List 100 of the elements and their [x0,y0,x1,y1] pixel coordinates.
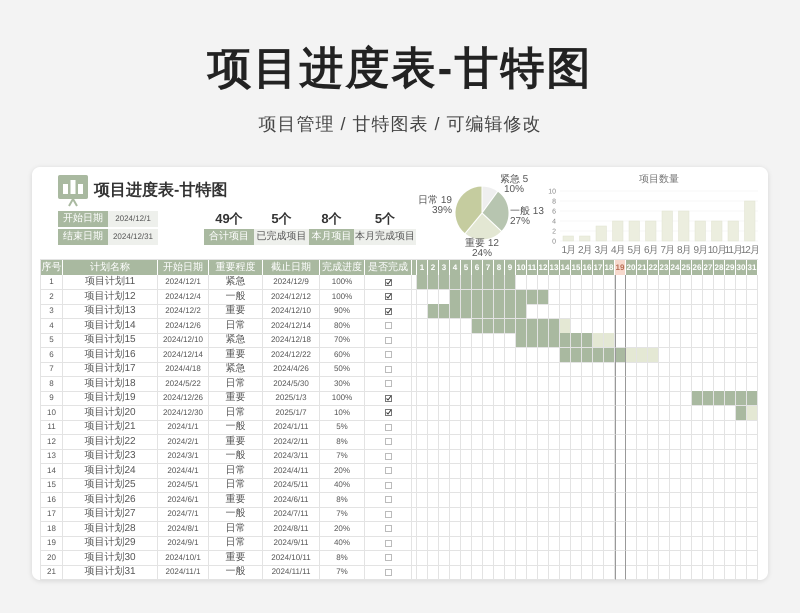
column-header: 重要程度 [209,260,263,275]
axis-tick-label: 3月 [594,245,608,256]
day-header: 15 [571,260,582,275]
table-cell: 9 [41,391,63,406]
table-cell: 80% [320,318,365,334]
table-cell: 一般 [209,290,263,304]
table-cell: 项目计划22 [63,434,158,450]
column-header: 开始日期 [158,260,209,275]
table-cell: 重要 [209,304,263,319]
table-cell: 40% [320,478,365,493]
table-cell: 20% [320,464,365,478]
day-header: 24 [670,260,681,275]
axis-tick-label: 5月 [627,245,642,256]
table-cell: 项目计划23 [63,449,158,464]
table-cell: 100% [320,391,365,406]
axis-tick-label: 4月 [610,245,625,256]
bar [628,220,640,242]
table-cell: 一般 [209,449,263,464]
data-label: 重要 12 24% [465,238,499,257]
table-cell: 90% [320,304,365,319]
day-header: 28 [714,260,725,275]
table-cell: 项目计划28 [63,522,158,536]
day-header: 29 [725,260,736,275]
stat-label: 合计项目 [204,229,254,245]
day-header: 6 [472,260,483,275]
day-header: 25 [681,260,692,275]
column-header: 完成进度 [320,260,365,275]
table-cell: 2025/1/3 [263,391,320,406]
bar [711,220,722,242]
day-header: 27 [703,260,714,275]
table-cell: 2024/12/10 [158,333,209,348]
day-header: 19 [615,260,626,275]
table-cell: 7% [320,565,365,580]
stat-value: 5个 [374,211,396,227]
bar [744,200,756,242]
table-cell: 5 [41,333,63,348]
table-cell: 2024/10/1 [158,550,209,566]
table-cell: 1 [41,275,63,290]
table-cell: 重要 [209,348,263,362]
field-value: 2024/12/1 [108,211,158,227]
table-cell: 2024/2/11 [263,434,320,450]
day-header: 30 [736,260,747,275]
day-header: 14 [560,260,571,275]
table-cell: 2024/12/10 [263,304,320,319]
table-cell: 项目计划30 [63,550,158,566]
axis-tick-label: 6月 [644,245,658,256]
header-spacer [412,260,417,275]
stat-value: 49个 [215,211,243,227]
field-value: 2024/12/31 [108,229,158,245]
column-header: 计划名称 [63,260,158,275]
axis-tick-label: 11月 [724,245,742,256]
table-cell: 8% [320,550,365,566]
table-cell: 2024/4/26 [263,362,320,377]
stat-label: 已完成项目 [254,229,309,245]
day-header: 17 [593,260,604,275]
table-cell: 紧急 [209,362,263,377]
table-cell: 日常 [209,464,263,478]
day-header: 3 [439,260,450,275]
day-header: 9 [505,260,516,275]
day-header: 22 [648,260,659,275]
stat-value: 8个 [321,211,342,227]
bar [728,220,739,242]
table-cell: 13 [41,449,63,464]
table-cell: 100% [320,290,365,304]
table-cell: 2024/5/11 [263,478,320,493]
table-cell: 2024/5/30 [263,376,320,392]
table-cell: 2024/4/1 [158,464,209,478]
table-cell: 60% [320,348,365,362]
table-cell: 100% [320,275,365,290]
day-header: 13 [549,260,560,275]
bar [645,220,656,242]
table-cell: 项目计划12 [63,290,158,304]
data-label: 紧急 5 10% [500,174,528,195]
table-cell: 2024/12/1 [158,275,209,290]
stat-label: 本月项目 [309,229,354,245]
table-cell: 2024/12/6 [158,318,209,334]
bar [694,220,706,242]
table-cell: 2024/9/1 [158,536,209,551]
table-cell: 2024/6/11 [263,492,320,508]
table-cell: 7 [41,362,63,377]
table-cell: 2024/12/9 [263,275,320,290]
table-cell: 2024/5/1 [158,478,209,493]
table-cell: 8% [320,434,365,450]
table-cell: 20 [41,550,63,566]
table-cell: 11 [41,420,63,435]
day-header: 7 [483,260,494,275]
table-cell: 2 [41,290,63,304]
page-subtitle: 项目管理 / 甘特图表 / 可编辑修改 [258,113,542,136]
axis-tick-label: 1月 [561,245,576,256]
table-cell: 日常 [209,522,263,536]
table-cell: 16 [41,492,63,508]
table-cell: 2024/8/11 [263,522,320,536]
data-label: 一般 13 27% [510,206,544,227]
table-cell: 4 [41,318,63,334]
table-cell: 项目计划17 [63,362,158,377]
day-header: 23 [659,260,670,275]
table-cell: 2024/12/4 [158,290,209,304]
stat-label: 本月完成项目 [354,229,416,245]
table-cell: 项目计划13 [63,304,158,319]
axis-tick-label: 9月 [693,245,708,256]
